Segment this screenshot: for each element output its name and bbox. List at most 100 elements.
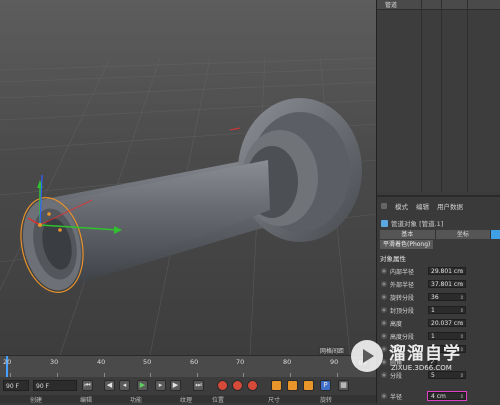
start-frame-field[interactable]: 90 F bbox=[3, 380, 29, 391]
spinner-icon[interactable]: ⇕ bbox=[460, 294, 464, 300]
prev-key-button[interactable]: ◀ bbox=[104, 380, 115, 391]
section-title: 对象属性 bbox=[380, 255, 406, 263]
current-frame[interactable]: 0 F bbox=[356, 359, 370, 369]
prop-value: 1 bbox=[431, 333, 435, 340]
viewport-scene[interactable] bbox=[0, 0, 376, 355]
menu-user-data[interactable]: 用户数据 bbox=[437, 201, 463, 211]
prop-rotation-segments: 旋转分段 36 ⇕ bbox=[381, 292, 499, 302]
next-frame-button[interactable]: ▸ bbox=[155, 380, 166, 391]
spinner-icon[interactable]: ⇕ bbox=[460, 346, 464, 352]
ruler-label: 20 bbox=[3, 358, 12, 366]
prop-value: 4 cm bbox=[431, 393, 446, 400]
prop-field[interactable]: 5 ⇕ bbox=[428, 371, 466, 379]
prop-label: 半径 bbox=[390, 393, 403, 401]
right-panel: 管道 模式 编辑 用户数据 管道对象 [管道.1] 基本 坐标 平滑着色(Pho… bbox=[376, 0, 500, 405]
timeline-ruler[interactable]: 20 30 40 50 60 70 80 90 0 F bbox=[0, 355, 376, 378]
prop-label: 封顶分段 bbox=[390, 307, 415, 315]
attribute-manager: 模式 编辑 用户数据 管道对象 [管道.1] 基本 坐标 平滑着色(Phong)… bbox=[377, 195, 500, 405]
prop-radius: 半径 4 cm ⇕ bbox=[381, 391, 499, 401]
prop-field[interactable]: 1 ⇕ bbox=[428, 332, 466, 340]
next-key-button[interactable]: ▶ bbox=[170, 380, 181, 391]
prop-fillet: 圆角 ✓ bbox=[381, 357, 499, 367]
ruler-label: 30 bbox=[50, 358, 59, 366]
spinner-icon[interactable]: ⇕ bbox=[460, 333, 464, 339]
spinner-icon[interactable]: ⇕ bbox=[460, 372, 464, 378]
prop-label: 高度 bbox=[390, 320, 403, 328]
keyframe-radio-icon[interactable] bbox=[381, 281, 387, 287]
menu-mode[interactable]: 模式 bbox=[395, 201, 408, 211]
attribute-menu: 模式 编辑 用户数据 bbox=[377, 200, 500, 212]
keyframe-radio-icon[interactable] bbox=[381, 372, 387, 378]
tab-object[interactable] bbox=[491, 230, 500, 239]
ruler-label: 80 bbox=[283, 358, 292, 366]
3d-viewport[interactable]: 网格间距 bbox=[0, 0, 376, 355]
keyframe-radio-icon[interactable] bbox=[381, 307, 387, 313]
prop-field[interactable]: 20.037 cm ⇕ bbox=[428, 319, 466, 327]
prop-segments: 分段 5 ⇕ bbox=[381, 370, 499, 380]
prop-value: 37.801 cm bbox=[431, 281, 464, 288]
object-name: 管道 bbox=[385, 2, 398, 9]
object-row[interactable]: 管道 bbox=[377, 0, 500, 10]
spinner-icon[interactable]: ⇕ bbox=[460, 268, 464, 274]
prop-orientation: 方向 +Y ⇕ bbox=[381, 344, 499, 354]
fillet-checkbox[interactable]: ✓ bbox=[428, 357, 437, 367]
prop-value: 1 bbox=[431, 307, 435, 314]
tab-basic[interactable]: 基本 bbox=[380, 230, 436, 239]
spinner-icon[interactable]: ⇕ bbox=[460, 281, 464, 287]
keyframe-radio-icon[interactable] bbox=[381, 320, 387, 326]
prop-label: 高度分段 bbox=[390, 333, 415, 341]
prop-field[interactable]: 1 ⇕ bbox=[428, 306, 466, 314]
tab-coords[interactable]: 坐标 bbox=[435, 230, 492, 239]
tab-phong[interactable]: 平滑着色(Phong) bbox=[380, 240, 434, 249]
keyframe-radio-icon[interactable] bbox=[381, 333, 387, 339]
goto-start-button[interactable]: ⏮ bbox=[82, 380, 93, 391]
move-key-button[interactable] bbox=[271, 380, 282, 391]
prev-frame-button[interactable]: ◂ bbox=[119, 380, 130, 391]
object-title-text: 管道对象 [管道.1] bbox=[391, 220, 444, 228]
transport-bar: 90 F 90 F ⏮ ◀ ◂ ▶ ▸ ▶ ⏭ P ▦ bbox=[0, 377, 376, 395]
object-title: 管道对象 [管道.1] bbox=[381, 218, 443, 228]
ruler-label: 70 bbox=[236, 358, 245, 366]
prop-value: 5 bbox=[431, 372, 435, 379]
prop-value: 29.801 cm bbox=[431, 268, 464, 275]
column-divider bbox=[467, 0, 468, 192]
keyframe-radio-icon[interactable] bbox=[381, 268, 387, 274]
ruler-label: 40 bbox=[97, 358, 106, 366]
keyframe-radio-icon[interactable] bbox=[381, 294, 387, 300]
record-button[interactable] bbox=[217, 380, 228, 391]
goto-end-button[interactable]: ⏭ bbox=[193, 380, 204, 391]
keyframe-radio-icon[interactable] bbox=[381, 346, 387, 352]
keyframe-radio-icon[interactable] bbox=[381, 393, 387, 399]
param-key-button[interactable]: P bbox=[320, 380, 331, 391]
prop-cap-segments: 封顶分段 1 ⇕ bbox=[381, 305, 499, 315]
keyframe-radio-icon[interactable] bbox=[381, 359, 387, 365]
prop-height: 高度 20.037 cm ⇕ bbox=[381, 318, 499, 328]
grid-key-button[interactable]: ▦ bbox=[338, 380, 349, 391]
panel-grip-icon[interactable] bbox=[381, 203, 387, 209]
spinner-icon[interactable]: ⇕ bbox=[460, 393, 464, 399]
prop-label: 旋转分段 bbox=[390, 294, 415, 302]
ruler-label: 90 bbox=[330, 358, 339, 366]
column-divider bbox=[421, 0, 422, 192]
rotate-key-button[interactable] bbox=[303, 380, 314, 391]
prop-field[interactable]: +Y ⇕ bbox=[428, 345, 466, 353]
grid-spacing-label: 网格间距 bbox=[318, 346, 347, 355]
prop-value: 20.037 cm bbox=[431, 320, 464, 327]
auto-key-button[interactable] bbox=[232, 380, 243, 391]
prop-field[interactable]: 36 ⇕ bbox=[428, 293, 466, 301]
prop-field[interactable]: 29.801 cm ⇕ bbox=[428, 267, 466, 275]
play-button[interactable]: ▶ bbox=[137, 380, 148, 391]
menu-edit[interactable]: 编辑 bbox=[416, 201, 429, 211]
pipe-object-icon bbox=[381, 219, 388, 227]
spinner-icon[interactable]: ⇕ bbox=[460, 307, 464, 313]
prop-field[interactable]: 37.801 cm ⇕ bbox=[428, 280, 466, 288]
prop-field-highlighted[interactable]: 4 cm ⇕ bbox=[427, 391, 467, 401]
object-manager[interactable]: 管道 bbox=[377, 0, 500, 192]
column-divider bbox=[441, 0, 442, 192]
attribute-tabs: 基本 坐标 bbox=[380, 230, 500, 239]
scale-key-button[interactable] bbox=[287, 380, 298, 391]
keyframe-selection-button[interactable] bbox=[247, 380, 258, 391]
end-frame-field[interactable]: 90 F bbox=[33, 380, 77, 391]
prop-label: 圆角 bbox=[390, 359, 403, 367]
spinner-icon[interactable]: ⇕ bbox=[460, 320, 464, 326]
